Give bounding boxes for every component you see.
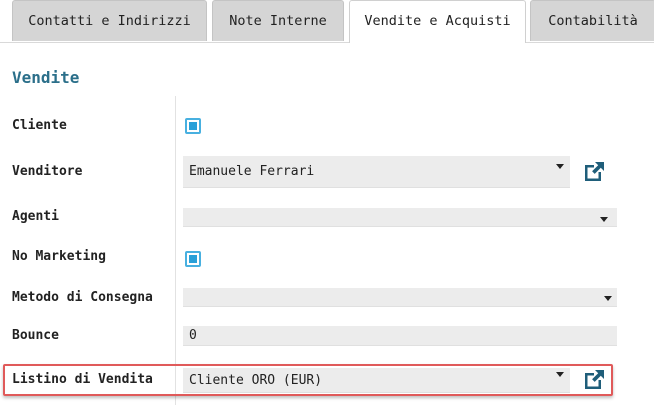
- bounce-label: Bounce: [12, 328, 59, 343]
- chevron-down-icon: [600, 217, 608, 222]
- metodo-consegna-select[interactable]: [183, 288, 617, 307]
- chevron-down-icon: [556, 164, 564, 169]
- agenti-label: Agenti: [12, 209, 59, 224]
- tab-contabilita[interactable]: Contabilità: [530, 0, 654, 41]
- tab-vendite-acquisti[interactable]: Vendite e Acquisti: [349, 0, 526, 43]
- venditore-label: Venditore: [12, 164, 83, 179]
- cliente-checkbox[interactable]: [185, 118, 201, 134]
- external-link-icon[interactable]: [582, 160, 606, 184]
- section-title: Vendite: [12, 68, 80, 87]
- venditore-select[interactable]: Emanuele Ferrari: [183, 156, 570, 188]
- listino-label: Listino di Vendita: [12, 372, 153, 387]
- no-marketing-label: No Marketing: [12, 249, 106, 264]
- listino-select[interactable]: Cliente ORO (EUR): [183, 368, 570, 393]
- chevron-down-icon: [604, 296, 612, 301]
- column-divider: [175, 96, 176, 405]
- external-link-icon[interactable]: [582, 368, 606, 392]
- cliente-label: Cliente: [12, 118, 67, 133]
- chevron-down-icon: [556, 372, 564, 377]
- metodo-consegna-label: Metodo di Consegna: [12, 290, 153, 305]
- listino-value: Cliente ORO (EUR): [189, 373, 323, 388]
- tab-note-interne[interactable]: Note Interne: [212, 0, 344, 41]
- bounce-value: 0: [189, 328, 197, 343]
- tab-contatti-indirizzi[interactable]: Contatti e Indirizzi: [12, 0, 207, 41]
- agenti-select[interactable]: [183, 208, 617, 227]
- tab-bar: Contatti e Indirizzi Note Interne Vendit…: [0, 0, 654, 43]
- venditore-value: Emanuele Ferrari: [189, 164, 315, 179]
- no-marketing-checkbox[interactable]: [185, 251, 201, 267]
- bounce-input[interactable]: 0: [183, 326, 617, 346]
